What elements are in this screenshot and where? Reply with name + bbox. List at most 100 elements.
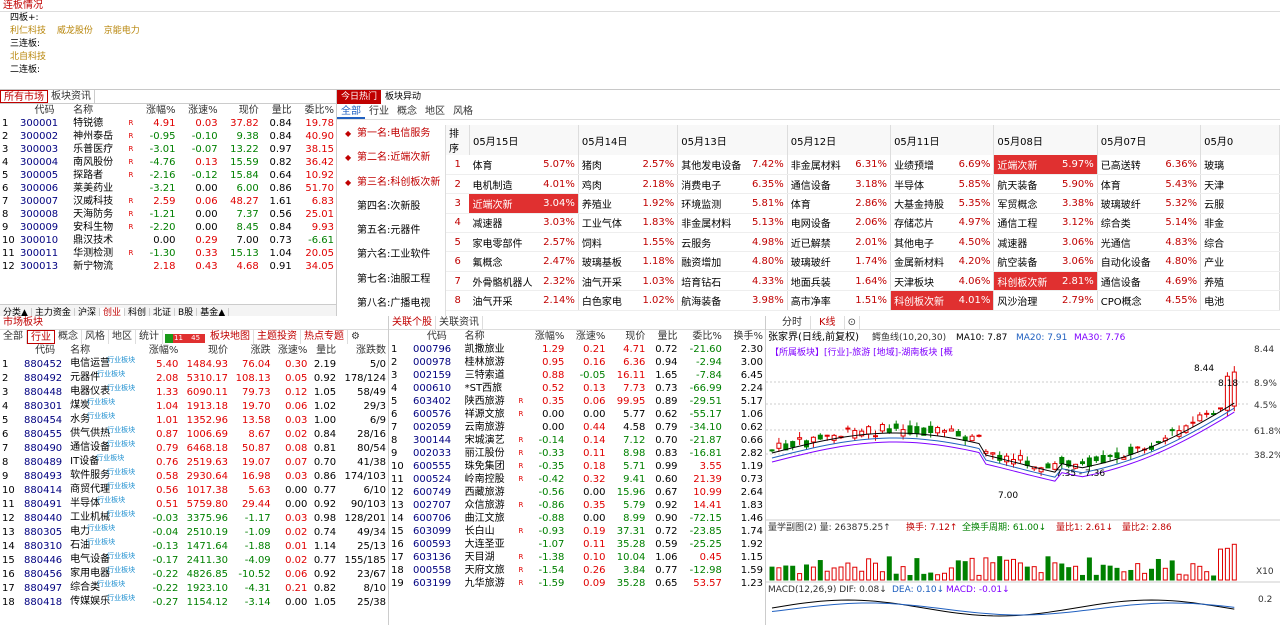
sector-name[interactable]: 航天装备: [993, 174, 1055, 195]
sector-name[interactable]: 电网设备: [787, 213, 848, 234]
sector-name[interactable]: 其他电子: [890, 232, 951, 253]
sector-name[interactable]: 氟概念: [469, 251, 536, 272]
sector-name[interactable]: 体育: [1097, 174, 1158, 195]
col-volratio[interactable]: 量比: [261, 104, 294, 117]
table-row[interactable]: 12 880440 工业机械行业板块 -0.03 3375.96 -1.17 0.03 0.9…: [0, 510, 388, 525]
rank-item[interactable]: 第六名:工业软件: [337, 243, 444, 267]
tab-region[interactable]: 地区: [109, 330, 136, 344]
tab-concept[interactable]: 概念: [55, 330, 82, 344]
sector-name[interactable]: 半导体: [890, 174, 951, 195]
sector-name[interactable]: 科创板次新: [890, 290, 951, 311]
table-row[interactable]: 13 880305 电力行业板块 -0.04 2510.19 -1.09 0.02 0.74 4…: [0, 524, 388, 539]
sector-name[interactable]: 玻璃玻纤: [787, 251, 848, 272]
sector-name[interactable]: 玻璃基板: [578, 251, 635, 272]
link-sector-map[interactable]: 板块地图: [207, 330, 254, 344]
col-code[interactable]: 代码: [22, 344, 68, 357]
table-row[interactable]: 2 300002 神州泰岳 R -0.95 -0.10 9.38 0.84 40.90: [0, 130, 336, 143]
stock-link[interactable]: 北自科技: [10, 52, 46, 62]
sector-name[interactable]: 养殖业: [578, 193, 635, 214]
table-row[interactable]: 19 603199 九华旅游 R -1.59 0.09 35.28 0.65 53.57 1.23: [389, 577, 765, 590]
sector-name[interactable]: 家电零部件: [469, 232, 536, 253]
tab-bse[interactable]: 北证: [149, 308, 175, 316]
stock-link[interactable]: 威龙股份: [57, 26, 93, 36]
kline-svg[interactable]: 张家界(日线,前复权) 鳄鱼线(10,20,30) MA10: 7.87 MA2…: [766, 330, 1280, 625]
sector-name[interactable]: 猪肉: [578, 155, 635, 175]
col-volratio[interactable]: 量比: [647, 330, 679, 343]
col-volratio[interactable]: 量比: [309, 344, 338, 357]
table-row[interactable]: 11 000524 岭南控股 R -0.42 0.32 9.41 0.60 21.39 0.73: [389, 473, 765, 486]
sector-name[interactable]: 云服: [1200, 193, 1250, 214]
sector-name[interactable]: 培育钻石: [677, 271, 745, 292]
tab-all-market[interactable]: 所有市场: [0, 90, 48, 103]
tab-related-news[interactable]: 关联资讯: [436, 316, 483, 329]
sector-name[interactable]: 航空装备: [993, 251, 1055, 272]
sector-name[interactable]: 非金属材料: [677, 213, 745, 234]
col-diff[interactable]: 涨跌: [230, 344, 273, 357]
sector-name[interactable]: 云服务: [677, 232, 745, 253]
sector-name[interactable]: 饲料: [578, 232, 635, 253]
table-row[interactable]: 16 880456 家用电器行业板块 -0.22 4826.85 -10.52 0.06 0.…: [0, 566, 388, 581]
rank-item[interactable]: 第二名:近端次新: [337, 146, 444, 171]
table-row[interactable]: 10 600555 珠免集团 R -0.35 0.18 5.71 0.99 3.55 1.19: [389, 460, 765, 473]
tab-today-hot[interactable]: 今日热门: [337, 90, 382, 104]
sector-name[interactable]: 科创板次新: [993, 271, 1055, 292]
tab-kline[interactable]: K线: [811, 316, 845, 329]
sector-name[interactable]: 存储芯片: [890, 213, 951, 234]
link-theme-invest[interactable]: 主题投资: [254, 330, 301, 344]
subtab-industry[interactable]: 行业: [365, 104, 393, 119]
sector-name[interactable]: 航海装备: [677, 290, 745, 311]
sector-name[interactable]: 体育: [787, 193, 848, 214]
sector-name[interactable]: 油气开采: [469, 290, 536, 311]
sector-name[interactable]: 已高送转: [1097, 155, 1158, 175]
sector-name[interactable]: 天津: [1200, 174, 1250, 195]
table-row[interactable]: 18 000558 天府文旅 R -1.54 0.26 3.84 0.77 -12.98 1.59: [389, 564, 765, 577]
table-row[interactable]: 3 880448 电器仪表行业板块 1.33 6090.11 79.73 0.12 1.05 5…: [0, 384, 388, 399]
col-speed[interactable]: 涨速%: [566, 330, 607, 343]
table-row[interactable]: 2 000978 桂林旅游 0.95 0.16 6.36 0.94 -2.94 3.00: [389, 356, 765, 369]
sector-name[interactable]: 地面兵装: [787, 271, 848, 292]
table-row[interactable]: 12 600749 西藏旅游 -0.56 0.00 15.96 0.67 10.99 2.64: [389, 486, 765, 499]
rank-item[interactable]: 第七名:油服工程: [337, 268, 444, 292]
table-row[interactable]: 3 300003 乐普医疗 R -3.01 -0.07 13.22 0.97 38.15: [0, 143, 336, 156]
sector-name[interactable]: 军贸概念: [993, 193, 1055, 214]
subtab-all[interactable]: 全部: [337, 104, 365, 119]
sector-name[interactable]: 玻璃玻纤: [1097, 193, 1158, 214]
sector-name[interactable]: 自动化设备: [1097, 251, 1158, 272]
table-row[interactable]: 12 300013 新宁物流 2.18 0.43 4.68 0.91 34.05: [0, 260, 336, 273]
subtab-region[interactable]: 地区: [421, 104, 449, 119]
sector-name[interactable]: 天津板块: [890, 271, 951, 292]
sector-name[interactable]: 产业: [1200, 251, 1250, 272]
table-row[interactable]: 9 880493 软件服务行业板块 0.58 2930.64 16.98 0.03 0.86 1…: [0, 468, 388, 483]
tab-hushen[interactable]: 沪深: [74, 308, 100, 316]
table-row[interactable]: 15 603099 长白山 R -0.93 0.19 37.31 0.72 -23.85 1.74: [389, 525, 765, 538]
rank-item[interactable]: 第八名:广播电视: [337, 292, 444, 316]
settings-gear-icon[interactable]: ⚙: [348, 330, 363, 344]
table-row[interactable]: 11 300011 华测检测 R -1.30 0.33 15.13 1.04 20.05: [0, 247, 336, 260]
sector-name[interactable]: 玻璃: [1200, 155, 1250, 175]
sector-name[interactable]: 近端次新: [469, 193, 536, 214]
table-row[interactable]: 5 300005 探路者 R -2.16 -0.12 15.84 0.64 10.92: [0, 169, 336, 182]
table-row[interactable]: 6 880455 供气供热行业板块 0.87 1006.69 8.67 0.02 0.84 28…: [0, 426, 388, 441]
tab-industry[interactable]: 行业: [27, 330, 55, 344]
table-row[interactable]: 10 880414 商贸代理行业板块 0.56 1017.38 5.63 0.00 0.77 6…: [0, 482, 388, 497]
link-hot-topics[interactable]: 热点专题: [301, 330, 348, 344]
col-code[interactable]: 代码: [18, 104, 71, 117]
col-code[interactable]: 代码: [411, 330, 463, 343]
tab-related-stocks[interactable]: 关联个股: [389, 316, 436, 329]
col-speed[interactable]: 涨速%: [177, 104, 219, 117]
sector-name[interactable]: 外骨骼机器人: [469, 271, 536, 292]
sector-name[interactable]: 大基金持股: [890, 193, 951, 214]
table-row[interactable]: 4 000610 *ST西旅 0.52 0.13 7.73 0.73 -66.99 2.24: [389, 382, 765, 395]
subtab-concept[interactable]: 概念: [393, 104, 421, 119]
sector-name[interactable]: 通信设备: [787, 174, 848, 195]
tab-sector-movement[interactable]: 板块异动: [381, 90, 425, 104]
table-row[interactable]: 17 880497 综合类行业板块 -0.22 1923.10 -4.31 0.21 0.82…: [0, 580, 388, 595]
table-row[interactable]: 1 880452 电信运营行业板块 5.40 1484.93 76.04 0.30 2.19 5…: [0, 356, 388, 371]
rank-item[interactable]: 第三名:科创板次新: [337, 171, 444, 196]
rank-item[interactable]: 第四名:次新股: [337, 195, 444, 219]
col-price[interactable]: 现价: [220, 104, 261, 117]
sector-name[interactable]: 环境监测: [677, 193, 745, 214]
tab-main-funds[interactable]: 主力资金: [31, 308, 75, 316]
tab-chinext[interactable]: 创业: [99, 308, 125, 316]
sector-name[interactable]: 其他发电设备: [677, 155, 745, 175]
